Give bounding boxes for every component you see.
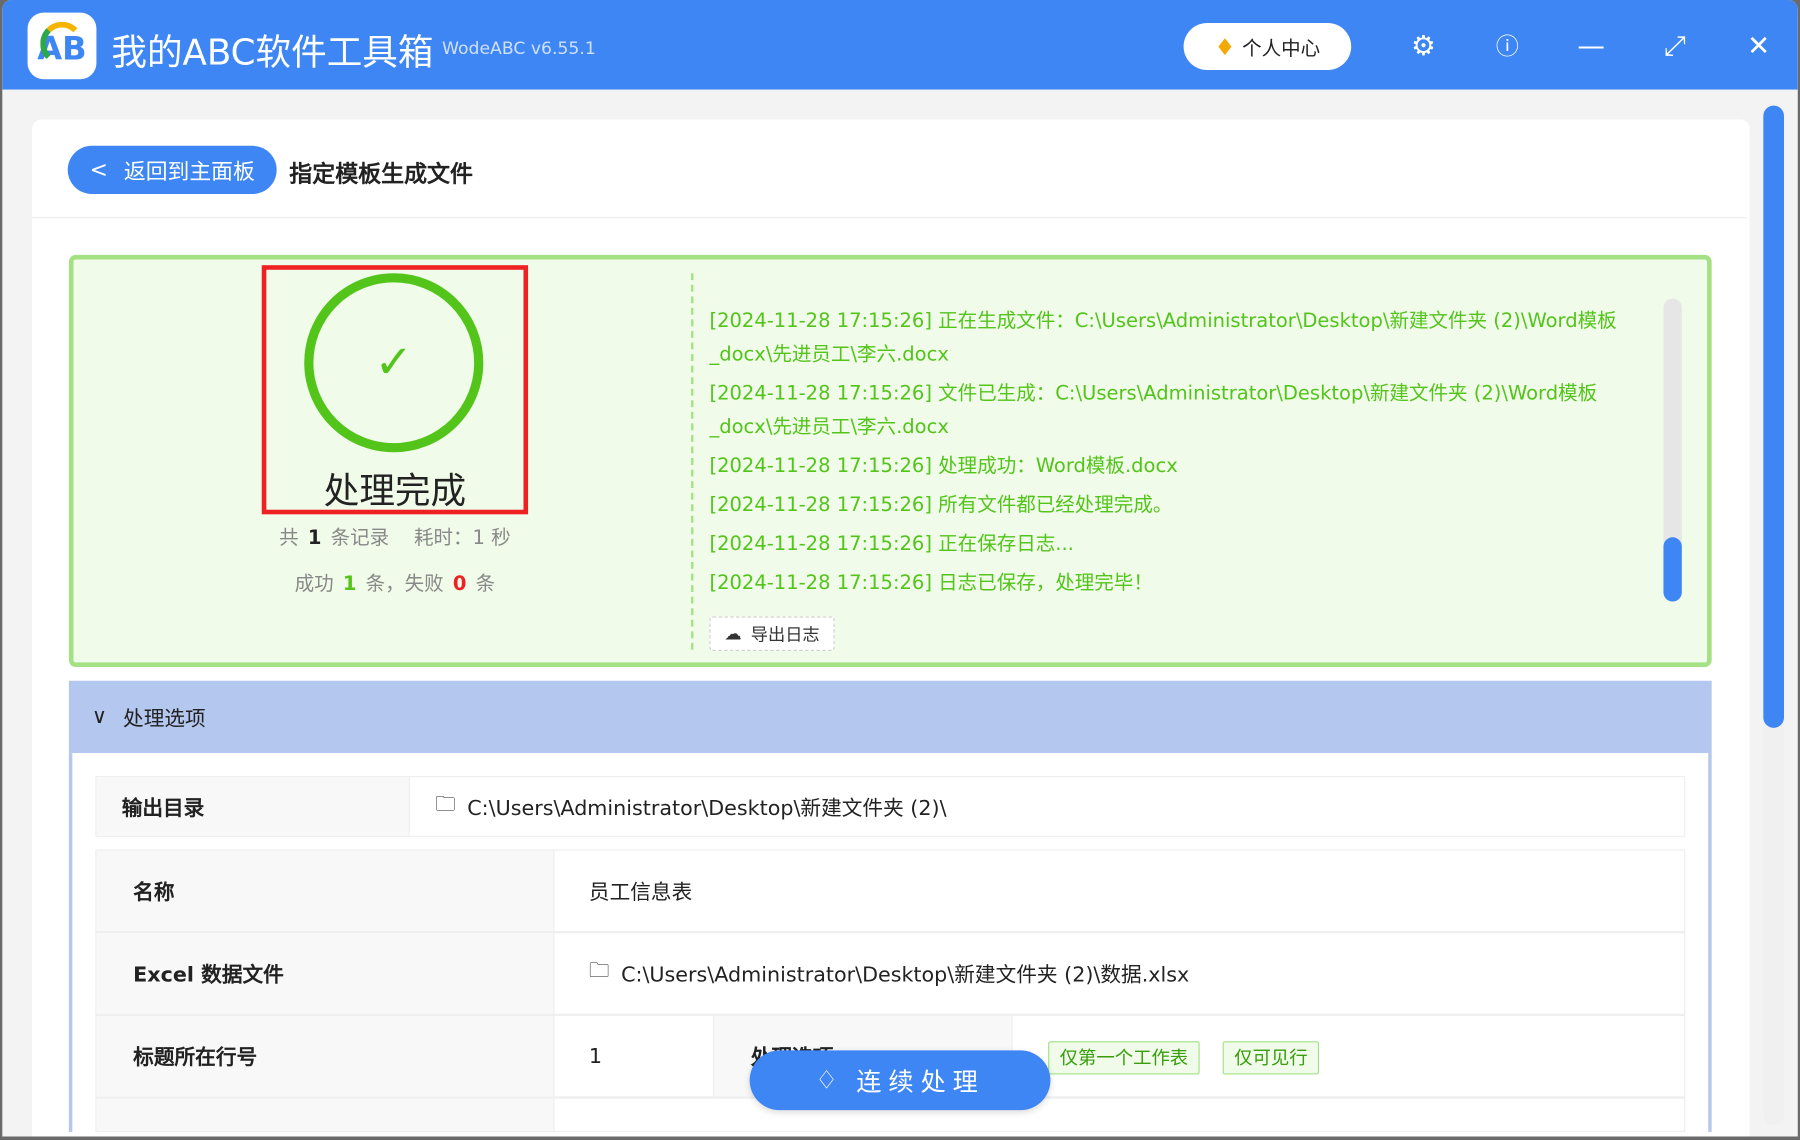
back-to-main-button[interactable]: < 返回到主面板 (67, 145, 277, 195)
folder-icon: 🗀 (435, 791, 456, 816)
excel-label: Excel 数据文件 (96, 933, 555, 1014)
cloud-upload-icon: ☁ (724, 623, 742, 645)
minimize-icon[interactable]: — (1573, 28, 1610, 65)
page-scrollbar-thumb[interactable] (1763, 105, 1784, 728)
log-line: [2024-11-28 17:15:26] 日志已保存，处理完毕！ (709, 571, 1153, 595)
log-line: [2024-11-28 17:15:26] 所有文件都已经处理完成。 (709, 493, 1173, 517)
user-center-button[interactable]: ♦ 个人中心 (1183, 22, 1352, 71)
continue-process-button[interactable]: ♢ 连续处理 (749, 1050, 1051, 1111)
gear-icon[interactable]: ⚙ (1405, 28, 1442, 65)
continue-label: 连续处理 (856, 1068, 985, 1098)
header-row-label: 标题所在行号 (96, 1015, 555, 1097)
chevron-left-icon: < (89, 157, 108, 183)
log-list: [2024-11-28 17:15:26] 正在生成文件：C:\Users\Ad… (709, 305, 1662, 606)
name-row: 名称 员工信息表 (95, 849, 1686, 933)
log-line: [2024-11-28 17:15:26] 正在生成文件：C:\Users\Ad… (709, 309, 1617, 367)
export-log-button[interactable]: ☁ 导出日志 (709, 616, 835, 651)
page-title: 指定模板生成文件 (289, 159, 473, 188)
diamond-icon: ♦ (1214, 32, 1236, 61)
header-row-value[interactable]: 1 (554, 1015, 715, 1097)
options-title: 处理选项 (123, 706, 206, 731)
help-icon[interactable]: ⓘ (1489, 28, 1526, 65)
tag-first-sheet[interactable]: 仅第一个工作表 (1048, 1041, 1200, 1075)
close-icon[interactable]: ✕ (1740, 28, 1777, 65)
output-dir-label: 输出目录 (96, 777, 410, 836)
log-line: [2024-11-28 17:15:26] 正在保存日志... (709, 532, 1074, 556)
excel-field[interactable]: 🗀 C:\Users\Administrator\Desktop\新建文件夹 (2… (554, 933, 1189, 1013)
divider (691, 273, 694, 650)
rocket-icon: ♢ (815, 1065, 845, 1095)
log-scrollbar-thumb[interactable] (1663, 537, 1682, 602)
app-title: 我的ABC软件工具箱 (111, 32, 434, 74)
log-line: [2024-11-28 17:15:26] 文件已生成：C:\Users\Adm… (709, 382, 1598, 439)
maximize-icon[interactable]: ⤢ (1657, 28, 1694, 65)
success-summary: 成功 1 条，失败 0 条 (294, 572, 496, 596)
tag-visible-rows[interactable]: 仅可见行 (1222, 1041, 1320, 1075)
title-bar: AB 我的ABC软件工具箱 WodeABC v6.55.1 ♦ 个人中心 ⚙ ⓘ … (2, 0, 1798, 90)
user-center-label: 个人中心 (1242, 37, 1321, 61)
chevron-down-icon: ∨ (91, 704, 107, 729)
status-text: 处理完成 (323, 470, 467, 513)
options-header[interactable]: ∨ 处理选项 (68, 680, 1712, 754)
back-label: 返回到主面板 (123, 158, 255, 185)
output-dir-field[interactable]: 🗀 C:\Users\Administrator\Desktop\新建文件夹 (2… (410, 777, 947, 836)
folder-icon: 🗀 (588, 958, 610, 983)
divider (32, 216, 1748, 219)
app-logo: AB (27, 12, 97, 80)
output-dir-value: C:\Users\Administrator\Desktop\新建文件夹 (2)… (467, 796, 947, 821)
log-line: [2024-11-28 17:15:26] 处理成功：Word模板.docx (709, 454, 1178, 478)
name-label: 名称 (96, 850, 555, 932)
record-summary: 共 1 条记录 耗时：1 秒 (279, 526, 511, 550)
excel-value: C:\Users\Administrator\Desktop\新建文件夹 (2)… (621, 963, 1190, 988)
app-version: WodeABC v6.55.1 (441, 37, 596, 59)
output-dir-row: 输出目录 🗀 C:\Users\Administrator\Desktop\新建文… (95, 776, 1686, 837)
name-value[interactable]: 员工信息表 (554, 851, 692, 931)
export-label: 导出日志 (750, 623, 820, 645)
excel-row: Excel 数据文件 🗀 C:\Users\Administrator\Deskt… (95, 932, 1686, 1015)
